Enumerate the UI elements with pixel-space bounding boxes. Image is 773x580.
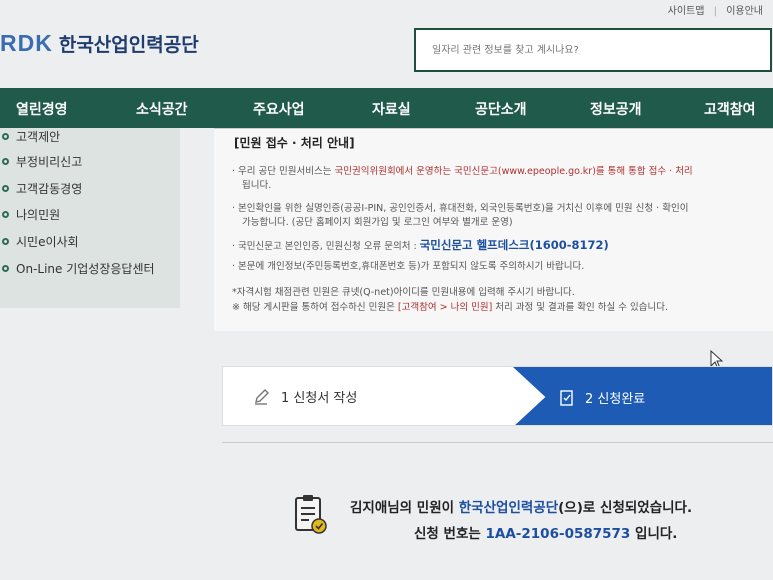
helpdesk-number: 국민신문고 헬프데스크(1600-8172) [419,238,609,252]
nav-item-archive[interactable]: 자료실 [372,99,411,119]
logo-name: 한국산업인력공단 [58,34,199,56]
nav-item-main-business[interactable]: 주요사업 [253,99,305,119]
site-logo[interactable]: RDK 한국산업인력공단 [0,30,199,57]
step-1-label: 1 신청서 작성 [281,391,358,406]
pencil-icon [255,388,269,405]
step-arrow [485,367,515,425]
result-text: 김지애님의 민원이 [350,500,459,516]
bullet-icon [2,158,9,165]
agency-name: 한국산업인력공단 [458,500,559,516]
result-text: 입니다. [630,526,678,542]
side-item-label: 고객감동경영 [16,182,83,196]
nav-item-disclosure[interactable]: 정보공개 [590,99,642,119]
side-item-online-center[interactable]: On-Line 기업성장응답센터 [2,260,155,277]
result-line-2: 신청 번호는 1AA-2106-0587573 입니다. [414,522,677,542]
guide-link[interactable]: 이용안내 [726,6,763,17]
nav-item-open-management[interactable]: 열린경영 [16,99,68,119]
side-item-suggestion[interactable]: 고객제안 [2,128,60,145]
notice-text: · 우리 공단 민원서비스는 [232,166,335,177]
side-item-citizen-board[interactable]: 시민e이사회 [2,233,79,250]
search-input[interactable] [430,44,734,57]
progress-steps: 1 신청서 작성 2 신청완료 [222,366,773,426]
side-item-label: On-Line 기업성장응답센터 [16,262,155,276]
notice-line-1b: 됩니다. [242,180,272,191]
result-text: (으)로 신청되었습니다. [558,500,693,516]
nav-item-news[interactable]: 소식공간 [136,99,188,119]
bullet-icon [2,211,9,218]
document-check-icon [295,495,327,534]
side-item-my-petition[interactable]: 나의민원 [2,206,60,223]
side-item-label: 고객제안 [16,130,61,144]
side-menu: 고객제안 부정비리신고 고객감동경영 나의민원 시민e이사회 On-Line 기… [0,128,180,308]
side-item-report[interactable]: 부정비리신고 [2,153,82,170]
notice-line-1: · 우리 공단 민원서비스는 국민권익위원회에서 운영하는 국민신문고(www.… [232,165,772,179]
bullet-icon [2,265,9,272]
notice-line-3: · 국민신문고 본인인증, 민원신청 오류 문의처 : 국민신문고 헬프데스크(… [232,238,609,254]
side-item-label: 부정비리신고 [16,155,83,169]
search-box [414,28,772,72]
notice-line-5: *자격시험 채점관련 민원은 큐넷(Q-net)아이디를 민원내용에 입력해 주… [232,287,575,298]
notice-text: · 국민신문고 본인인증, 민원신청 오류 문의처 : [232,241,420,252]
notice-line-2b: 가능합니다. (공단 홈페이지 회원가입 및 로그인 여부와 별개로 운영) [242,217,513,228]
global-nav: 열린경영 소식공간 주요사업 자료실 공단소개 정보공개 고객참여 [0,88,773,128]
notice-text: ※ 해당 게시판을 통하여 접수하신 민원은 [232,302,398,313]
step-2-complete: 2 신청완료 [513,367,772,425]
result-line-1: 김지애님의 민원이 한국산업인력공단(으)로 신청되었습니다. [350,496,692,516]
utility-links: 사이트맵 | 이용안내 [662,2,763,17]
logo-mark: RDK [0,30,53,56]
my-petition-link[interactable]: [고객참여 > 나의 민원] [398,302,492,313]
notice-highlight: 국민권익위원회에서 운영하는 국민신문고(www.epeople.go.kr)를… [334,166,693,177]
step-2-label: 2 신청완료 [585,392,646,407]
section-divider [222,442,773,443]
bullet-icon [2,238,9,245]
side-item-label: 시민e이사회 [16,235,79,249]
notice-text: 처리 과정 및 결과를 확인 하실 수 있습니다. [492,302,669,313]
notice-title: [민원 접수 · 처리 안내] [234,136,355,150]
side-item-customer[interactable]: 고객감동경영 [2,180,82,197]
bullet-icon [2,185,9,192]
application-number: 1AA-2106-0587573 [485,526,631,542]
nav-item-participation[interactable]: 고객참여 [704,99,756,119]
util-separator: | [713,6,717,17]
sitemap-link[interactable]: 사이트맵 [668,6,705,17]
side-item-label: 나의민원 [16,208,61,222]
check-document-icon [560,389,573,406]
notice-line-4: · 본문에 개인정보(주민등록번호,휴대폰번호 등)가 포함되지 않도록 주의하… [232,261,585,272]
step-1-write: 1 신청서 작성 [253,387,357,406]
notice-line-6: ※ 해당 게시판을 통하여 접수하신 민원은 [고객참여 > 나의 민원] 처리… [232,301,668,315]
petition-notice: [민원 접수 · 처리 안내] · 우리 공단 민원서비스는 국민권익위원회에서… [214,128,773,331]
nav-item-about[interactable]: 공단소개 [475,99,527,119]
result-text: 신청 번호는 [414,526,486,542]
bullet-icon [2,133,9,140]
notice-line-2: · 본인확인을 위한 실명인증(공공I-PIN, 공인인증서, 휴대전화, 외국… [232,203,689,214]
